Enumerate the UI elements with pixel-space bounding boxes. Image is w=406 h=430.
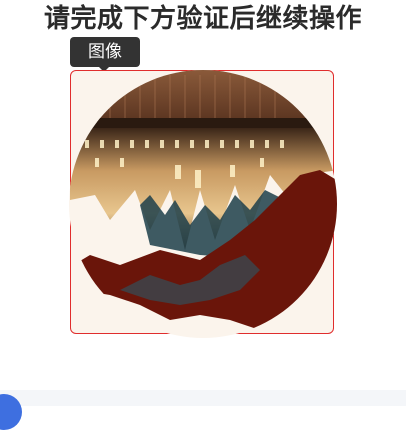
captcha-rotated-image[interactable]	[0, 0, 406, 406]
slider-track	[0, 390, 406, 406]
captcha-photo	[69, 70, 337, 338]
